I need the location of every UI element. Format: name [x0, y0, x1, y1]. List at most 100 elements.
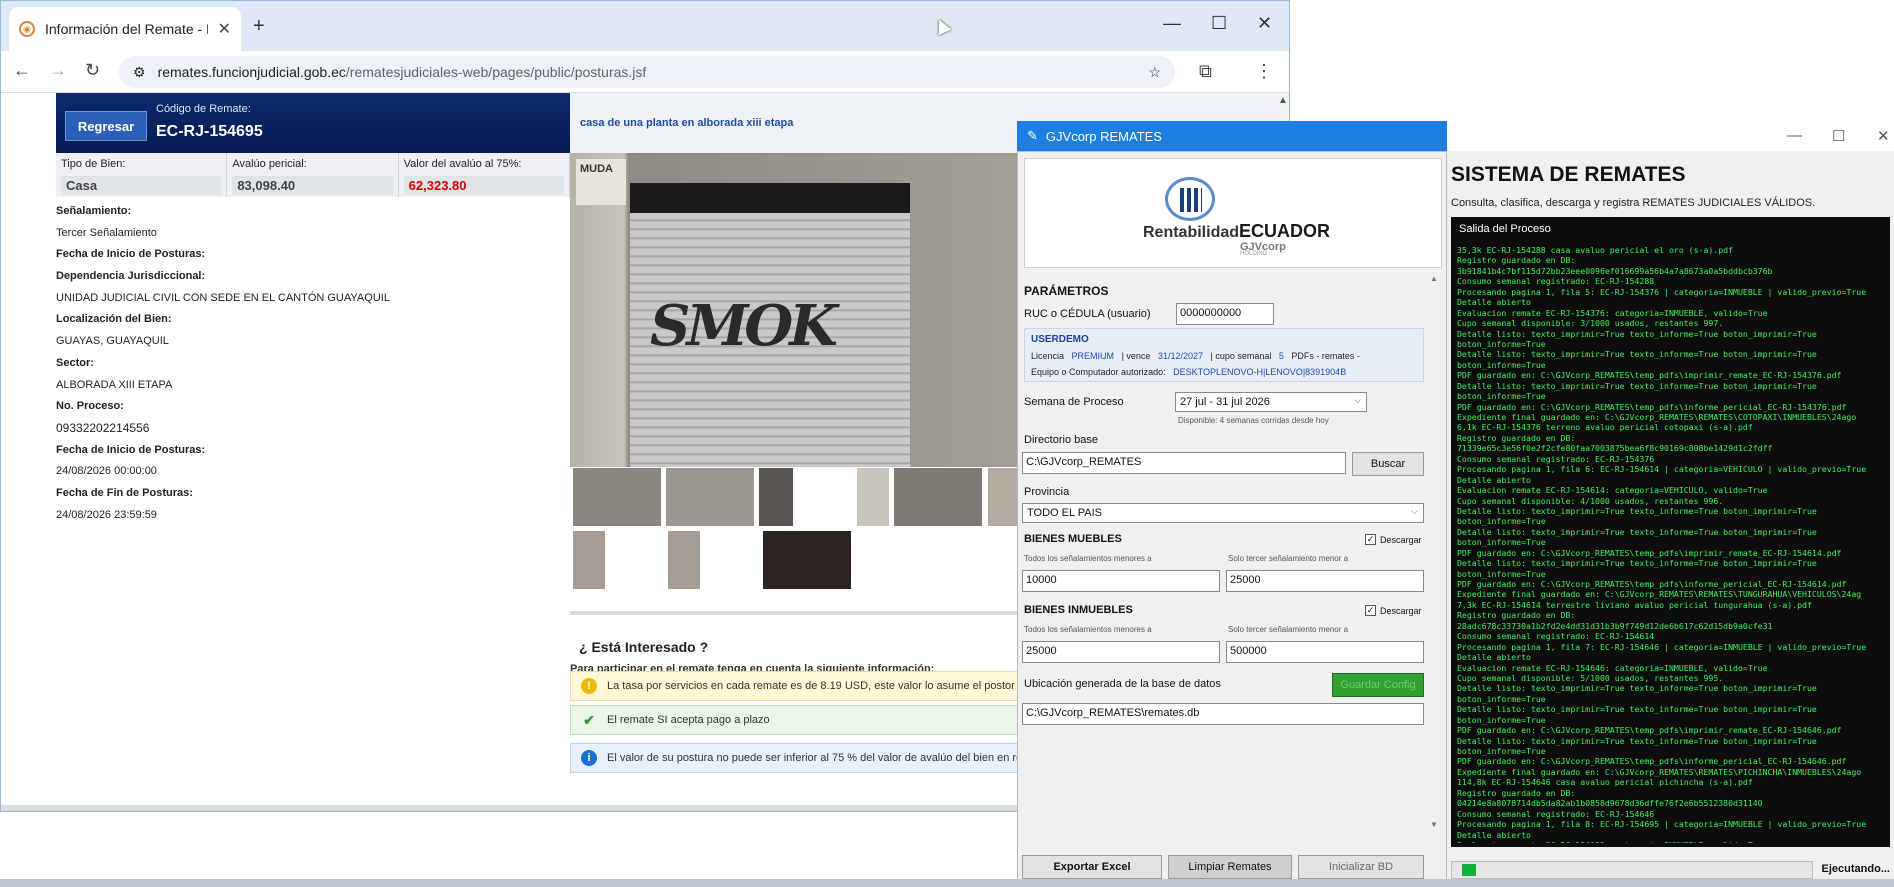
browser-tab[interactable]: ◉ Información del Remate - Rema ✕	[9, 7, 241, 51]
checkbox-label: Descargar	[1380, 605, 1422, 616]
dir-input[interactable]: C:\GJVcorp_REMATES	[1022, 452, 1346, 474]
forward-arrow-icon[interactable]: →	[49, 60, 67, 81]
semana-select[interactable]: 27 jul - 31 jul 2026 ⌵	[1175, 392, 1367, 412]
process-console[interactable]: Salida del Proceso 35,3k EC-RJ-154288 ca…	[1451, 217, 1890, 847]
equipo-line: Equipo o Computador autorizado: DESKTOPL…	[1031, 367, 1346, 377]
console-line: boton_informe=True	[1457, 359, 1546, 370]
console-line: boton_informe=True	[1457, 338, 1546, 349]
scroll-down-icon[interactable]: ▼	[1430, 820, 1438, 829]
console-line: Procesando pagina 1, fila 5: EC-RJ-15437…	[1457, 286, 1867, 297]
console-line: Detalle listo: texto_imprimir=True texto…	[1457, 526, 1817, 537]
chevron-down-icon: ⌵	[1354, 395, 1361, 405]
maximize-icon[interactable]: ☐	[1832, 127, 1845, 145]
back-arrow-icon[interactable]: ←	[13, 60, 31, 81]
checkbox-check-icon: ✓	[1365, 605, 1376, 616]
detail-value: ALBORADA XIII ETAPA	[56, 378, 173, 391]
regresar-button[interactable]: Regresar	[65, 111, 147, 141]
fact-label: Avalúo pericial:	[232, 158, 307, 170]
notice-fee: ! La tasa por servicios en cada remate e…	[570, 671, 1040, 701]
menu-kebab-icon[interactable]: ⋮	[1255, 61, 1273, 82]
thumbnail[interactable]	[572, 530, 606, 590]
console-line: Consumo semanal registrado: EC-RJ-154646	[1457, 808, 1655, 819]
console-line: PDF guardado en: C:\GJVcorp_REMATES\temp…	[1457, 725, 1842, 736]
close-window-icon[interactable]: ✕	[1877, 127, 1890, 145]
info-icon: i	[581, 750, 597, 766]
export-excel-button[interactable]: Exportar Excel	[1022, 855, 1162, 879]
logo-box: RentabilidadECUADOR GJVcorp HOLDING	[1024, 158, 1442, 268]
url-input[interactable]: ⚙ remates.funcionjudicial.gob.ec/remates…	[119, 56, 1175, 88]
thumbnail[interactable]	[762, 530, 852, 590]
console-line: Cupo semanal disponible: 3/1000 usados, …	[1457, 318, 1724, 329]
console-line: boton_informe=True	[1457, 516, 1546, 527]
thumbnail[interactable]	[667, 530, 701, 590]
ruc-input[interactable]: 0000000000	[1176, 303, 1274, 325]
thumbnail[interactable]	[893, 467, 983, 527]
notice-postura: i El valor de su postura no puede ser in…	[570, 743, 1040, 773]
thumbnail[interactable]	[987, 467, 1020, 527]
console-line: Detalle abierto	[1457, 829, 1531, 840]
bookmark-star-icon[interactable]: ☆	[1148, 64, 1161, 81]
console-line: Detalle listo: texto_imprimir=True texto…	[1457, 683, 1817, 694]
db-label: Ubicación generada de la base de datos	[1024, 678, 1221, 690]
console-line: PDF guardado en: C:\GJVcorp_REMATES\temp…	[1457, 756, 1847, 767]
console-line: 04214e8a8078714db5da82ab1b0858d9678d36df…	[1457, 798, 1763, 809]
console-line: PDF guardado en: C:\GJVcorp_REMATES\temp…	[1457, 579, 1847, 589]
thumbnail[interactable]	[856, 467, 890, 527]
todos-label: Todos los señalamientos menores a	[1024, 554, 1152, 563]
limpiar-remates-button[interactable]: Limpiar Remates	[1168, 855, 1292, 879]
console-line: boton_informe=True	[1457, 391, 1546, 402]
main-photo[interactable]: MUDA SMOK	[570, 153, 1020, 467]
tab-search-icon[interactable]: ⧉	[1199, 61, 1212, 82]
thumbnail[interactable]	[665, 467, 755, 527]
muebles-tercer-input[interactable]: 25000	[1226, 570, 1424, 592]
warning-icon: !	[581, 678, 597, 694]
photo-graffiti: SMOK	[650, 293, 838, 359]
maximize-icon[interactable]: ☐	[1211, 13, 1227, 34]
console-line: Detalle listo: texto_imprimir=True texto…	[1457, 704, 1817, 715]
close-tab-icon[interactable]: ✕	[218, 19, 231, 39]
thumbnail[interactable]	[572, 467, 662, 527]
address-bar-row: ← → ↻ ⚙ remates.funcionjudicial.gob.ec/r…	[1, 51, 1289, 93]
console-line: Detalle abierto	[1457, 652, 1531, 663]
inmuebles-tercer-input[interactable]: 500000	[1226, 641, 1424, 663]
tab-strip: ◉ Información del Remate - Rema ✕ + — ☐ …	[1, 1, 1289, 51]
detail-value: Tercer Señalamiento	[56, 226, 157, 239]
init-db-button[interactable]: Inicializar BD	[1298, 855, 1424, 879]
db-path-input[interactable]: C:\GJVcorp_REMATES\remates.db	[1022, 703, 1424, 725]
license-label: Licencia	[1031, 351, 1065, 361]
thumbnail[interactable]	[758, 467, 794, 527]
console-line: Evaluacion remate EC-RJ-154695: categori…	[1457, 840, 1887, 843]
console-line: PDF guardado en: C:\GJVcorp_REMATES\temp…	[1457, 370, 1842, 381]
guardar-config-button[interactable]: Guardar Config	[1332, 673, 1424, 697]
console-line: Detalle abierto	[1457, 297, 1531, 308]
detail-label: Fecha de Inicio de Posturas:	[56, 443, 206, 456]
equipo-value: DESKTOPLENOVO-H|LENOVO|8391904B	[1173, 367, 1347, 377]
site-info-icon[interactable]: ⚙	[133, 64, 146, 81]
muebles-todos-input[interactable]: 10000	[1022, 570, 1220, 592]
user-name: USERDEMO	[1031, 334, 1089, 345]
console-line: Cupo semanal disponible: 4/1000 usados, …	[1457, 495, 1724, 506]
console-line: Evaluacion remate EC-RJ-154376: categori…	[1457, 307, 1768, 318]
vence-value: 31/12/2027	[1157, 351, 1203, 361]
detail-value: GUAYAS, GUAYAQUIL	[56, 335, 169, 348]
new-tab-icon[interactable]: +	[253, 15, 265, 38]
console-line: Consumo semanal registrado: EC-RJ-154614	[1457, 631, 1655, 642]
console-line: Detalle listo: texto_imprimir=True texto…	[1457, 735, 1817, 746]
scroll-up-icon[interactable]: ▲	[1430, 274, 1438, 283]
minimize-icon[interactable]: —	[1787, 127, 1802, 144]
console-line: PDF guardado en: C:\GJVcorp_REMATES\temp…	[1457, 547, 1842, 558]
console-line: boton_informe=True	[1457, 693, 1546, 704]
provincia-select[interactable]: TODO EL PAIS ⌵	[1022, 503, 1424, 523]
todos-label: Todos los señalamientos menores a	[1024, 625, 1152, 634]
minimize-icon[interactable]: —	[1163, 13, 1181, 34]
buscar-button[interactable]: Buscar	[1352, 452, 1424, 476]
property-description: casa de una planta en alborada xiii etap…	[580, 117, 794, 129]
close-window-icon[interactable]: ✕	[1257, 13, 1272, 34]
params-scrollbar[interactable]: ▲ ▼	[1428, 272, 1442, 832]
reload-icon[interactable]: ↻	[85, 60, 100, 81]
console-line: Evaluacion remate EC-RJ-154646: categori…	[1457, 662, 1768, 673]
inmuebles-descargar-checkbox[interactable]: ✓ Descargar	[1365, 605, 1422, 616]
inmuebles-todos-input[interactable]: 25000	[1022, 641, 1220, 663]
muebles-descargar-checkbox[interactable]: ✓ Descargar	[1365, 534, 1422, 545]
console-output: 35,3k EC-RJ-154288 casa avaluo pericial …	[1457, 245, 1887, 843]
